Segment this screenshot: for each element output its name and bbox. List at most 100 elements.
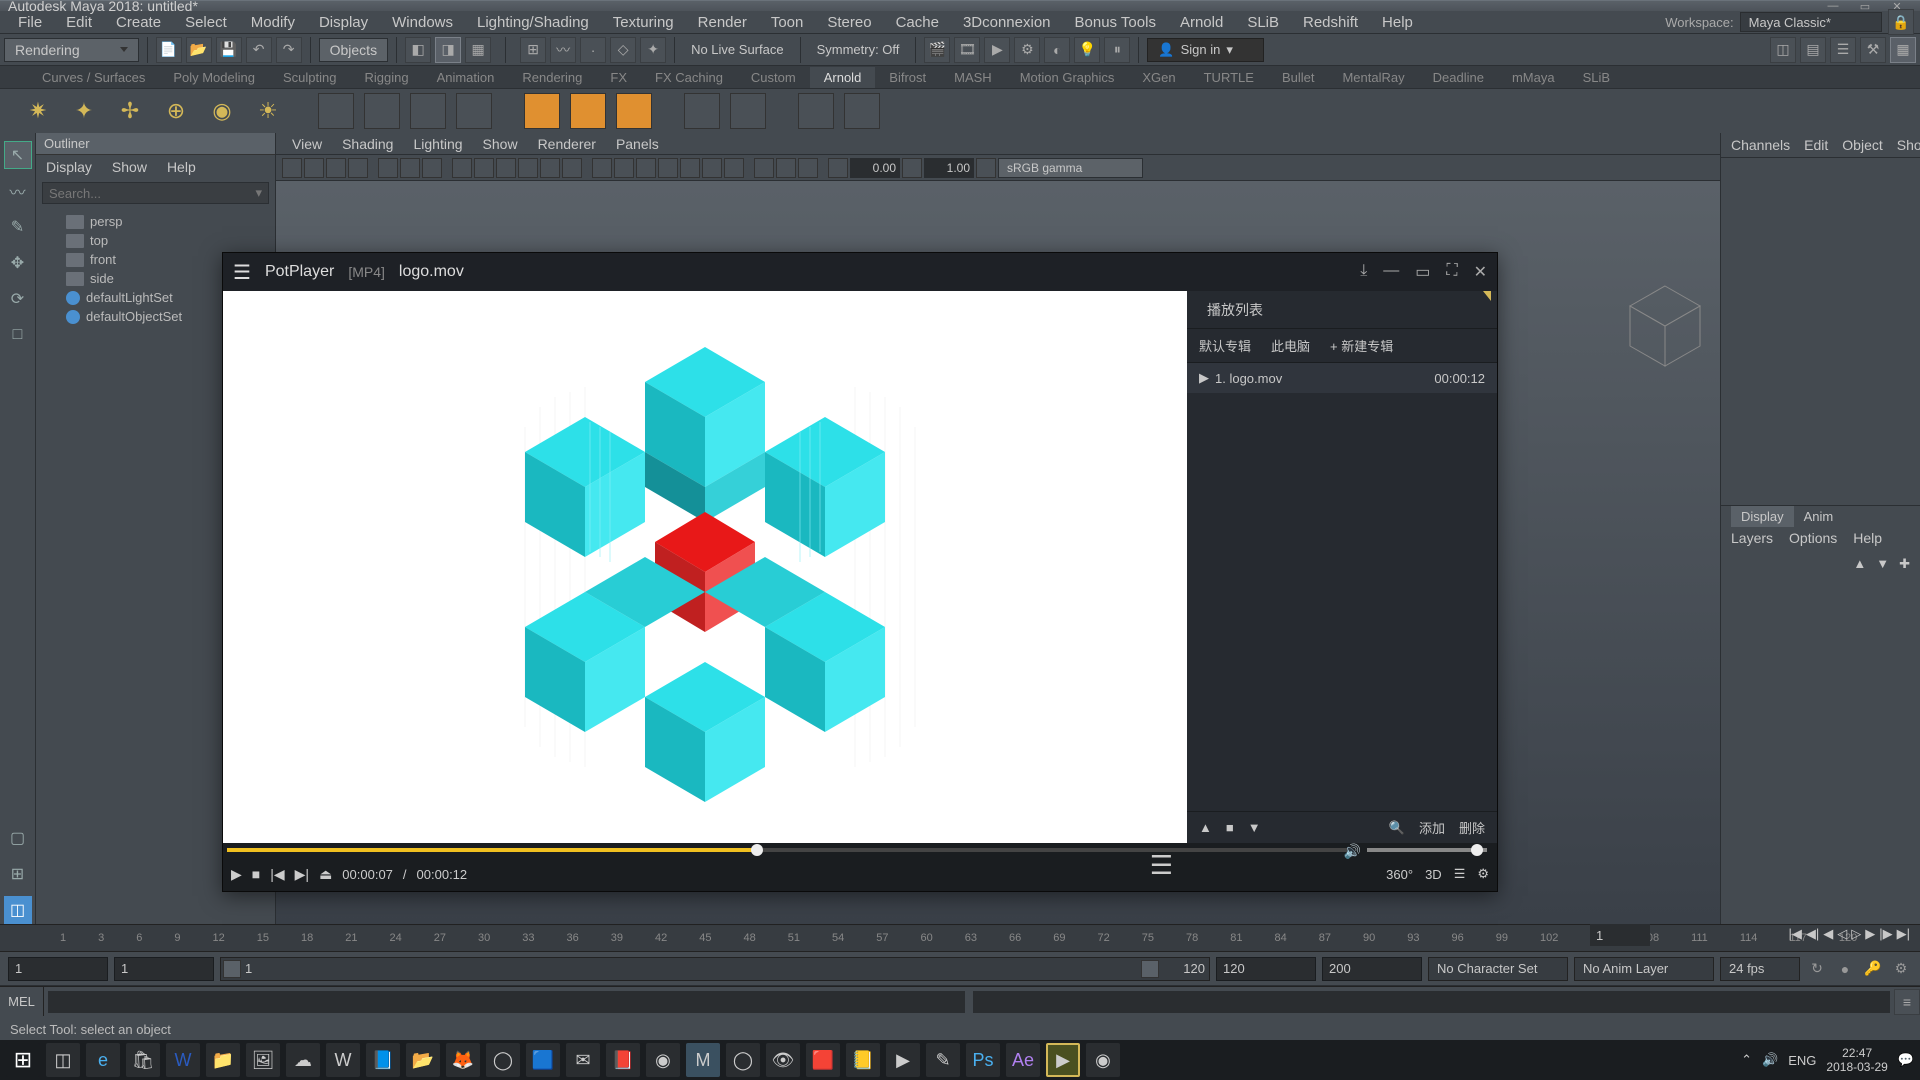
file-explorer-icon[interactable]: 📁 bbox=[206, 1043, 240, 1077]
outliner-node-top[interactable]: top bbox=[36, 231, 275, 250]
shelf-tab-fx[interactable]: FX bbox=[596, 67, 641, 88]
shelf-tab-custom[interactable]: Custom bbox=[737, 67, 810, 88]
vp-tool-6[interactable] bbox=[400, 158, 420, 178]
task-view-icon[interactable]: ◫ bbox=[46, 1043, 80, 1077]
tray-clock[interactable]: 22:47 2018-03-29 bbox=[1826, 1046, 1887, 1075]
potplayer-titlebar[interactable]: ☰ PotPlayer [MP4] logo.mov ⤓ — ▭ ⛶ ✕ bbox=[223, 253, 1497, 291]
range-slider[interactable]: 1 120 bbox=[220, 957, 1210, 981]
tray-chevron-icon[interactable]: ⌃ bbox=[1741, 1052, 1752, 1068]
attribute-editor-icon[interactable]: ☰ bbox=[1830, 37, 1856, 63]
command-input[interactable] bbox=[48, 991, 965, 1013]
menu-file[interactable]: File bbox=[6, 11, 54, 34]
shelf-tab-bullet[interactable]: Bullet bbox=[1268, 67, 1329, 88]
export-standin-icon[interactable] bbox=[364, 93, 400, 129]
app-3-icon[interactable]: 📘 bbox=[366, 1043, 400, 1077]
vp-textured-icon[interactable] bbox=[636, 158, 656, 178]
shelf-tab-arnold[interactable]: Arnold bbox=[810, 67, 876, 88]
fps-dropdown[interactable]: 24 fps bbox=[1720, 957, 1800, 981]
range-end-field[interactable]: 120 bbox=[1216, 957, 1316, 981]
vp-wireframe-icon[interactable] bbox=[592, 158, 612, 178]
word-icon[interactable]: W bbox=[166, 1043, 200, 1077]
vp-tool-4[interactable] bbox=[348, 158, 368, 178]
eject-icon[interactable]: ⏏ bbox=[319, 866, 332, 883]
mode-dropdown[interactable]: Rendering bbox=[4, 38, 139, 62]
playlist-tab-default[interactable]: 默认专辑 bbox=[1199, 336, 1251, 355]
vp-menu-renderer[interactable]: Renderer bbox=[538, 136, 596, 152]
shelf-tab-rig[interactable]: Rigging bbox=[350, 67, 422, 88]
playlist-sort-mid-icon[interactable]: ■ bbox=[1226, 820, 1234, 835]
snap-grid-icon[interactable]: ⊞ bbox=[520, 37, 546, 63]
script-lang-toggle[interactable]: MEL bbox=[0, 987, 44, 1016]
modeling-toolkit-icon[interactable]: ◫ bbox=[1770, 37, 1796, 63]
flush-cache-icon[interactable] bbox=[570, 93, 606, 129]
shelf-tab-bifrost[interactable]: Bifrost bbox=[875, 67, 940, 88]
tray-lang[interactable]: ENG bbox=[1788, 1053, 1816, 1068]
pause-icon[interactable]: ⏸ bbox=[1104, 37, 1130, 63]
outliner-node-persp[interactable]: persp bbox=[36, 212, 275, 231]
tool-settings-icon[interactable]: ⚒ bbox=[1860, 37, 1886, 63]
vp-menu-show[interactable]: Show bbox=[483, 136, 518, 152]
signin-button[interactable]: 👤 Sign in ▾ bbox=[1147, 38, 1263, 62]
vp-exposure-icon[interactable] bbox=[828, 158, 848, 178]
app-7-icon[interactable]: 👁 bbox=[766, 1043, 800, 1077]
snap-point-icon[interactable]: · bbox=[580, 37, 606, 63]
menu-slib[interactable]: SLiB bbox=[1235, 11, 1291, 34]
snap-live-icon[interactable]: ✦ bbox=[640, 37, 666, 63]
vp-colorspace-icon[interactable] bbox=[976, 158, 996, 178]
app-6-icon[interactable]: ◯ bbox=[726, 1043, 760, 1077]
mesh-light-icon[interactable]: ✦ bbox=[66, 93, 102, 129]
step-back-icon[interactable]: ◀ bbox=[1823, 926, 1833, 942]
speaker-icon[interactable]: 🔊 bbox=[1344, 843, 1361, 860]
seek-knob[interactable] bbox=[751, 844, 763, 856]
stop-button[interactable]: ■ bbox=[252, 866, 260, 882]
app-11-icon[interactable]: ✎ bbox=[926, 1043, 960, 1077]
start-button[interactable]: ⊞ bbox=[6, 1043, 40, 1077]
chrome-icon[interactable]: ◯ bbox=[486, 1043, 520, 1077]
playlist-item[interactable]: ▶ 1. logo.mov 00:00:12 bbox=[1187, 363, 1497, 393]
loop-toggle-icon[interactable]: ↻ bbox=[1806, 958, 1828, 980]
playlist-tab-computer[interactable]: 此电脑 bbox=[1271, 336, 1310, 355]
outliner-search[interactable]: Search...▾ bbox=[42, 182, 269, 204]
vp-gate-mask-icon[interactable] bbox=[518, 158, 538, 178]
hud-toggle-icon[interactable]: ▤ bbox=[1800, 37, 1826, 63]
playlist-tab-new[interactable]: + 新建专辑 bbox=[1330, 336, 1393, 355]
menu-arnold[interactable]: Arnold bbox=[1168, 11, 1235, 34]
vp-film-gate-icon[interactable] bbox=[474, 158, 494, 178]
render-sequence-icon[interactable] bbox=[844, 93, 880, 129]
redo-icon[interactable]: ↷ bbox=[276, 37, 302, 63]
playlist-delete-button[interactable]: 删除 bbox=[1459, 818, 1485, 837]
layer-tab-display[interactable]: Display bbox=[1731, 506, 1794, 527]
cb-tab-show[interactable]: Sho bbox=[1897, 137, 1920, 153]
layer-move-down-icon[interactable]: ▼ bbox=[1876, 556, 1889, 571]
pot-fullscreen-icon[interactable]: ⛶ bbox=[1446, 262, 1457, 282]
menu-redshift[interactable]: Redshift bbox=[1291, 11, 1370, 34]
next-button[interactable]: ▶| bbox=[295, 866, 309, 883]
menu-windows[interactable]: Windows bbox=[380, 11, 465, 34]
layer-move-up-icon[interactable]: ▲ bbox=[1853, 556, 1866, 571]
mail-icon[interactable]: ✉ bbox=[566, 1043, 600, 1077]
shelf-tab-curves[interactable]: Curves / Surfaces bbox=[28, 67, 159, 88]
save-scene-icon[interactable]: 💾 bbox=[216, 37, 242, 63]
area-light-icon[interactable]: ✷ bbox=[20, 93, 56, 129]
shelf-tab-deadline[interactable]: Deadline bbox=[1419, 67, 1498, 88]
snap-curve-icon[interactable]: 〰 bbox=[550, 37, 576, 63]
vp-colorspace-dropdown[interactable]: sRGB gamma bbox=[998, 158, 1143, 178]
shelf-tab-mash[interactable]: MASH bbox=[940, 67, 1006, 88]
vp-grid-icon[interactable] bbox=[452, 158, 472, 178]
app-5-icon[interactable]: 📕 bbox=[606, 1043, 640, 1077]
menu-render[interactable]: Render bbox=[686, 11, 759, 34]
vp-ao-icon[interactable] bbox=[702, 158, 722, 178]
vp-tool-3[interactable] bbox=[326, 158, 346, 178]
vp-safe-action-icon[interactable] bbox=[562, 158, 582, 178]
layer-menu-layers[interactable]: Layers bbox=[1731, 530, 1773, 546]
menu-display[interactable]: Display bbox=[307, 11, 380, 34]
vp-motion-blur-icon[interactable] bbox=[724, 158, 744, 178]
vp-menu-view[interactable]: View bbox=[292, 136, 322, 152]
vp-menu-panels[interactable]: Panels bbox=[616, 136, 659, 152]
obs-icon[interactable]: ◉ bbox=[1086, 1043, 1120, 1077]
symmetry-label[interactable]: Symmetry: Off bbox=[809, 42, 908, 57]
vp-shadows-icon[interactable] bbox=[680, 158, 700, 178]
go-to-start-icon[interactable]: |◀ bbox=[1789, 926, 1802, 942]
menu-3dconnexion[interactable]: 3Dconnexion bbox=[951, 11, 1063, 34]
prefs-icon[interactable]: ⚙ bbox=[1890, 958, 1912, 980]
